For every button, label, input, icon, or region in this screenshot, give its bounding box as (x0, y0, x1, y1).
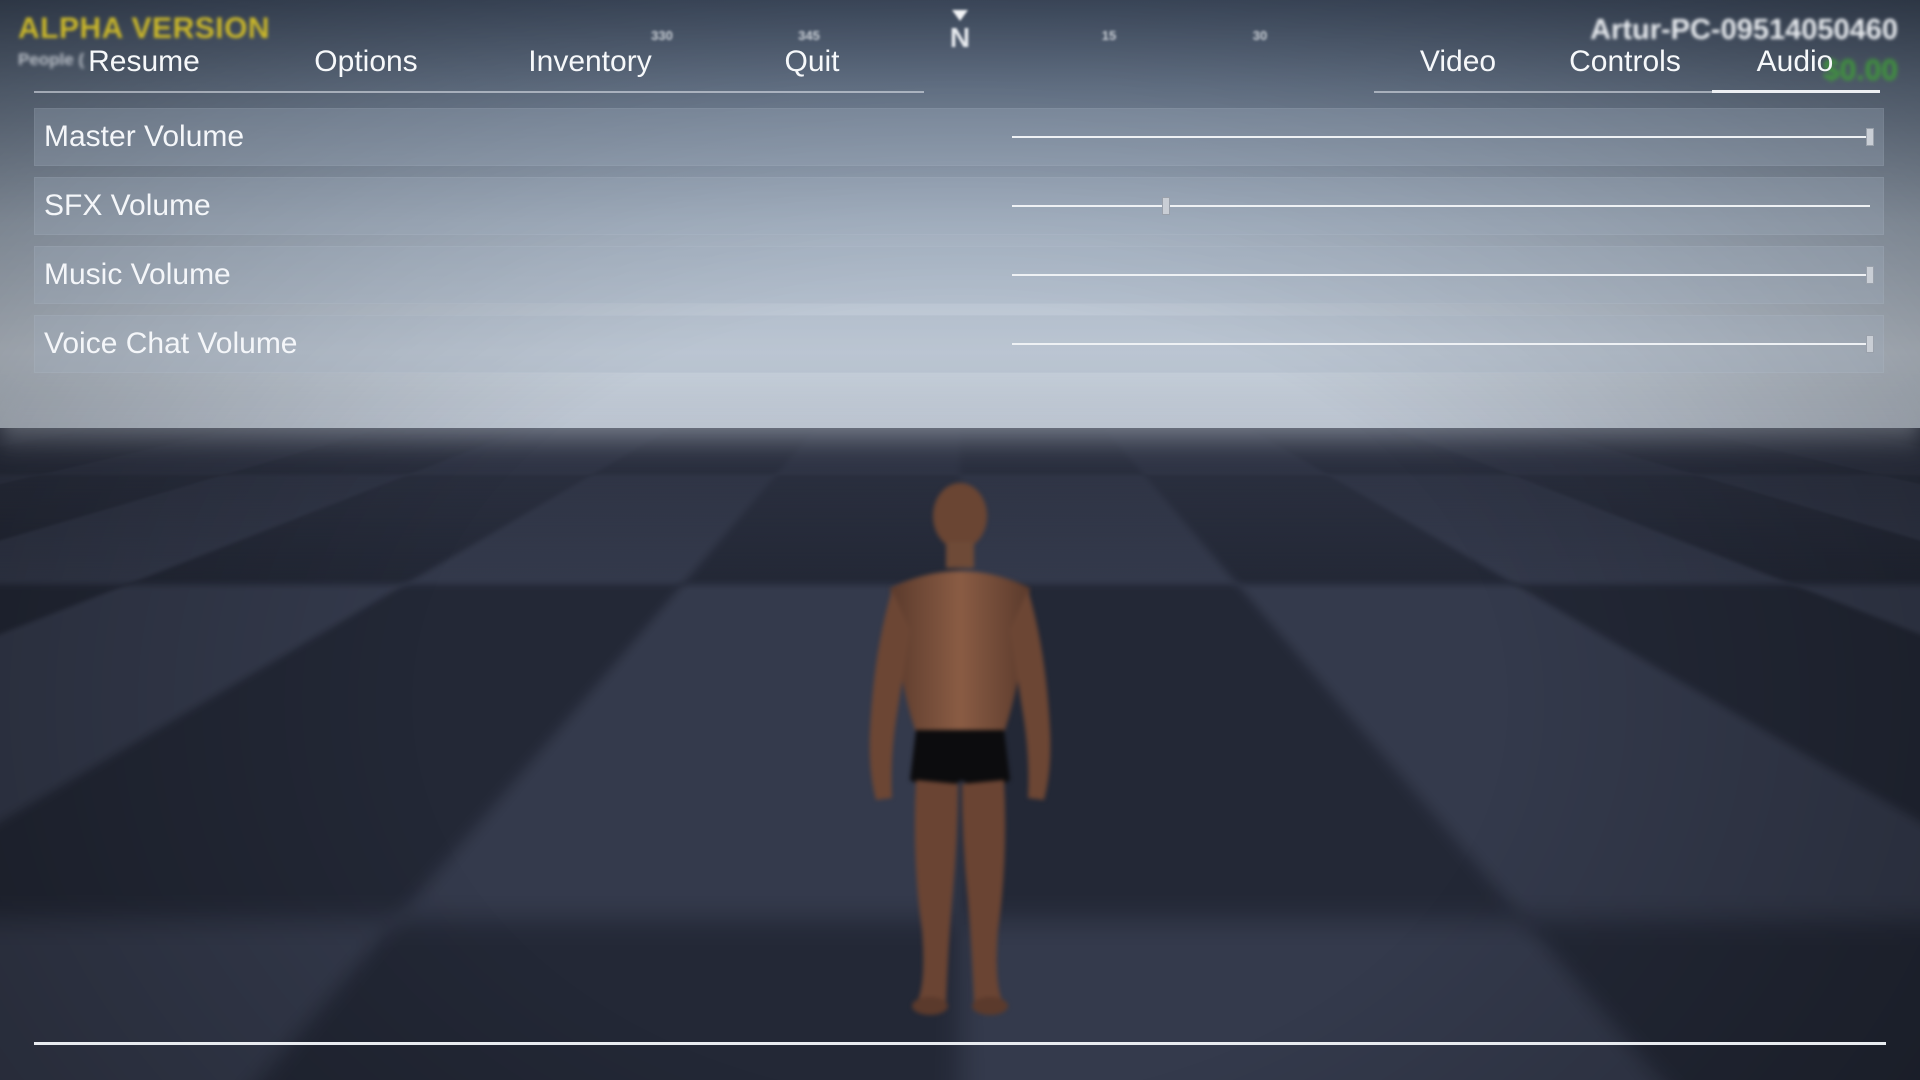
tab-video[interactable]: Video (1412, 40, 1504, 84)
slider-track (1012, 343, 1870, 345)
slider-track (1012, 136, 1870, 138)
slider-thumb[interactable] (1162, 197, 1171, 215)
resume-button[interactable]: Resume (84, 40, 204, 84)
compass-tick: 30 (1252, 28, 1268, 43)
quit-button[interactable]: Quit (776, 40, 848, 84)
compass-bar: 330 345 N 15 30 (600, 10, 1320, 60)
setting-row-sfx-volume: SFX Volume (34, 177, 1884, 235)
active-tab-indicator (1712, 90, 1880, 93)
music-volume-slider[interactable] (1012, 246, 1874, 304)
tab-audio[interactable]: Audio (1750, 40, 1840, 84)
setting-row-voice-chat-volume: Voice Chat Volume (34, 315, 1884, 373)
setting-row-music-volume: Music Volume (34, 246, 1884, 304)
people-count-label: People ( (18, 50, 85, 69)
setting-label: SFX Volume (44, 189, 211, 222)
options-button[interactable]: Options (300, 40, 432, 84)
compass-tick: 15 (1101, 28, 1117, 43)
slider-track (1012, 274, 1870, 276)
slider-thumb[interactable] (1866, 128, 1874, 146)
tab-controls[interactable]: Controls (1562, 40, 1688, 84)
inventory-button[interactable]: Inventory (516, 40, 664, 84)
slider-thumb[interactable] (1866, 266, 1874, 284)
bottom-divider (34, 1042, 1886, 1045)
setting-label: Master Volume (44, 120, 245, 153)
setting-row-master-volume: Master Volume (34, 108, 1884, 166)
setting-label: Music Volume (44, 258, 231, 291)
compass-north: N (949, 22, 971, 53)
audio-settings-list: Master Volume SFX Volume Music Volume Vo… (34, 108, 1884, 384)
sfx-volume-slider[interactable] (1012, 177, 1870, 235)
slider-thumb[interactable] (1866, 335, 1874, 353)
master-volume-slider[interactable] (1012, 108, 1874, 166)
compass-marker-icon (952, 10, 968, 21)
slider-track (1012, 205, 1870, 207)
settings-tabs-underline (1374, 91, 1712, 93)
main-tabs-underline (34, 91, 924, 93)
voice-chat-volume-slider[interactable] (1012, 315, 1874, 373)
setting-label: Voice Chat Volume (44, 327, 298, 360)
